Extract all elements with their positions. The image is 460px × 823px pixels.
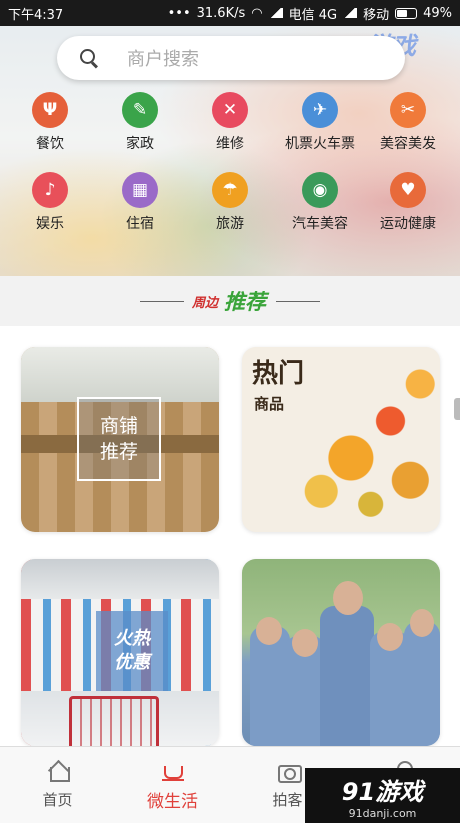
divider-right [276, 300, 320, 302]
status-time: 下午4:37 [8, 7, 64, 23]
coffee-cup-icon [161, 761, 184, 781]
category-item[interactable]: ✂ 美容美发 [368, 92, 448, 153]
market-label-line2: 优惠 [114, 652, 150, 673]
broom-icon: ✎ [122, 92, 158, 128]
staff-head [410, 609, 434, 637]
side-handle[interactable] [454, 398, 460, 420]
status-dots: ••• [167, 5, 191, 21]
card-staff-photo[interactable] [242, 559, 440, 746]
store-label-box: 商铺 推荐 [77, 397, 161, 481]
network-speed: 31.6K/s [196, 5, 246, 21]
market-label-line1: 火热 [114, 628, 150, 649]
category-item[interactable]: ◉ 汽车美容 [280, 172, 360, 233]
staff-head [256, 617, 282, 645]
microphone-icon: ♪ [32, 172, 68, 208]
category-item[interactable]: ✈ 机票火车票 [280, 92, 360, 153]
tools-icon: ✕ [212, 92, 248, 128]
category-item[interactable]: ♪ 娱乐 [10, 172, 90, 233]
status-bar: 下午4:37 ••• 31.6K/s ◠ 电信 4G 移动 49% [0, 0, 460, 26]
category-item[interactable]: ✕ 维修 [190, 92, 270, 153]
building-icon: ▦ [122, 172, 158, 208]
recommend-cards: 商铺 推荐 热门 商品 火热 优惠 [0, 326, 460, 746]
beauty-icon: ✂ [390, 92, 426, 128]
section-header: 周边 推荐 [0, 276, 460, 326]
battery-icon [395, 7, 418, 19]
nav-micro-life-label: 微生活 [147, 792, 198, 812]
store-label-line2: 推荐 [99, 441, 138, 463]
home-icon [47, 761, 70, 782]
market-photo-ceiling [21, 559, 219, 599]
staff-person [320, 606, 374, 746]
palm-tree-icon: ☂ [212, 172, 248, 208]
camera-icon [277, 761, 302, 783]
car-icon: ◉ [302, 172, 338, 208]
card-hot-deals[interactable]: 火热 优惠 [21, 559, 219, 746]
battery-level: 49% [423, 5, 452, 21]
watermark-bottom-logo: 91游戏 [341, 777, 424, 806]
ticket-icon: ✈ [302, 92, 338, 128]
hot-title: 热门 [252, 359, 305, 389]
category-label: 餐饮 [36, 136, 64, 152]
section-title: 推荐 [224, 290, 266, 314]
nav-paike-label: 拍客 [272, 791, 303, 809]
divider-left [139, 300, 184, 302]
staff-head [333, 581, 363, 615]
search-placeholder: 商户搜索 [127, 49, 199, 70]
category-item[interactable]: Ψ 餐饮 [10, 92, 90, 153]
carrier-2: 移动 [363, 7, 390, 23]
card-hot-products[interactable]: 热门 商品 [242, 347, 440, 532]
category-item[interactable]: ▦ 住宿 [100, 172, 180, 233]
category-label: 汽车美容 [292, 216, 348, 232]
category-label: 机票火车票 [285, 136, 355, 152]
signal-icon-2 [343, 8, 358, 18]
category-item[interactable]: ☂ 旅游 [190, 172, 270, 233]
market-label-box: 火热 优惠 [96, 611, 168, 691]
category-label: 美容美发 [380, 136, 436, 152]
category-label: 住宿 [126, 216, 154, 232]
store-label-line1: 商铺 [99, 415, 138, 437]
category-item[interactable]: ♥ 运动健康 [368, 172, 448, 233]
search-icon [79, 48, 99, 68]
store-photo-shelf [21, 347, 219, 402]
staff-head [377, 623, 403, 651]
watermark-logo-bottom: 91游戏 91danji.com [305, 768, 460, 823]
nav-home-label: 首页 [42, 791, 73, 809]
heart-icon: ♥ [390, 172, 426, 208]
shopping-cart-image [69, 696, 159, 746]
nav-home[interactable]: 首页 [0, 747, 115, 823]
status-indicators: ••• 31.6K/s ◠ 电信 4G 移动 49% [168, 4, 452, 23]
hot-subtitle: 商品 [254, 395, 285, 413]
staff-head [292, 629, 318, 657]
wifi-icon: ◠ [251, 5, 263, 21]
signal-icon [268, 8, 283, 18]
category-label: 旅游 [216, 216, 244, 232]
utensils-icon: Ψ [32, 92, 68, 128]
staff-person [404, 621, 440, 746]
category-label: 维修 [216, 136, 244, 152]
hero-banner: 91游戏 商户搜索 Ψ餐饮✎家政✕维修✈机票火车票✂美容美发♪娱乐▦住宿☂旅游◉… [0, 26, 460, 276]
carrier-1: 电信 4G [288, 7, 338, 23]
category-label: 家政 [126, 136, 154, 152]
category-label: 运动健康 [380, 216, 436, 232]
category-item[interactable]: ✎ 家政 [100, 92, 180, 153]
nav-micro-life[interactable]: 微生活 [115, 747, 230, 823]
search-input[interactable]: 商户搜索 [57, 36, 405, 80]
section-prefix: 周边 [191, 295, 218, 311]
watermark-bottom-site: 91danji.com [348, 806, 417, 820]
card-store-recommend[interactable]: 商铺 推荐 [21, 347, 219, 532]
category-label: 娱乐 [36, 216, 64, 232]
